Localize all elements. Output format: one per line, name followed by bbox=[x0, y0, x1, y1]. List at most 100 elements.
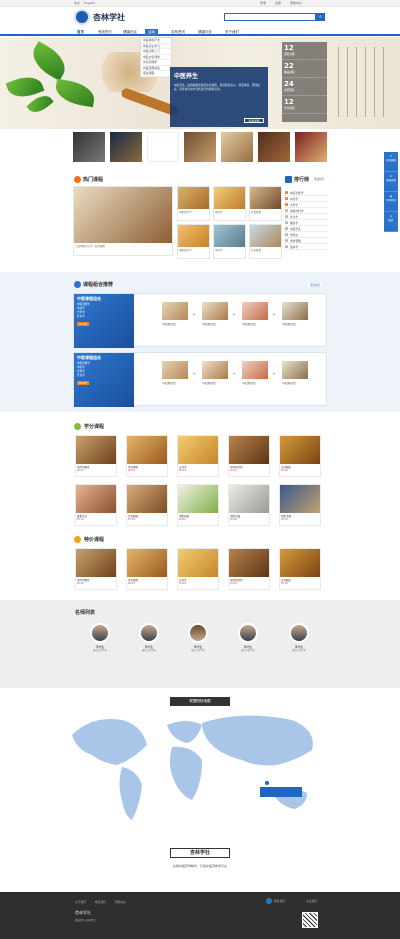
chat-icon: ✆ bbox=[389, 155, 393, 158]
course-card[interactable]: 中医书籍 ¥0.00 bbox=[279, 484, 321, 526]
course-card[interactable]: 中药材识别 ¥0.00 bbox=[228, 435, 270, 477]
thumbnail[interactable] bbox=[221, 132, 253, 162]
avatar bbox=[238, 623, 258, 643]
teacher-card[interactable]: 李华生 著名中医学家 bbox=[129, 623, 169, 652]
combo-price: ¥299 bbox=[77, 322, 89, 326]
thumbnail[interactable] bbox=[184, 132, 216, 162]
hero-description: 中医养生，是指根据中医的生命规律，采用颐养身心、增强体质、预防疾病、延年益寿的方… bbox=[174, 83, 260, 91]
combo-more-link[interactable]: 更多组合 bbox=[308, 283, 323, 287]
register-link[interactable]: 注册 bbox=[275, 1, 281, 5]
nav-activity[interactable]: 活动 bbox=[145, 29, 158, 36]
teacher-card[interactable]: 李华生 著名中医学家 bbox=[228, 623, 268, 652]
thumbnail[interactable] bbox=[258, 132, 290, 162]
course-card[interactable]: 推拿手法 ¥0.00 bbox=[75, 484, 117, 526]
rank-icon bbox=[285, 176, 292, 183]
course-card[interactable]: 本草纲目 ¥0.00 bbox=[126, 548, 168, 590]
course-card[interactable]: 中药学概论 ¥0.00 bbox=[75, 435, 117, 477]
search-icon: ⌕ bbox=[319, 14, 322, 20]
search-button[interactable]: ⌕ bbox=[316, 13, 325, 21]
combo-title: 课程组合推荐 bbox=[83, 282, 114, 288]
crown-icon bbox=[74, 281, 81, 288]
thumbnail[interactable] bbox=[295, 132, 327, 162]
credit-icon bbox=[74, 423, 81, 430]
course-card[interactable]: 本草纲目 ¥0.00 bbox=[126, 435, 168, 477]
service-link[interactable]: 联系我们 bbox=[274, 899, 285, 903]
service-icon bbox=[266, 898, 272, 904]
nav-community[interactable]: 健康社区 bbox=[120, 29, 140, 36]
hot-title: 热门课程 bbox=[83, 177, 104, 183]
lang-cn-link[interactable]: 中文 bbox=[74, 1, 80, 5]
nav-consult[interactable]: 健康问诊 bbox=[195, 29, 215, 36]
teacher-card[interactable]: 李华生 著名中医学家 bbox=[80, 623, 120, 652]
dropdown-item[interactable]: 更多课程 bbox=[141, 71, 171, 77]
map-slogan: 弘扬中医药学精华，打造中医药教学平台 bbox=[172, 864, 227, 868]
phone-icon: ☏ bbox=[389, 175, 393, 178]
brand-name[interactable]: 杏林学社 bbox=[93, 12, 125, 23]
combo-price: ¥299 bbox=[77, 381, 89, 385]
copyright: 版权所有 杏林学社 bbox=[75, 919, 96, 922]
thumbnail[interactable] bbox=[147, 132, 179, 162]
stat-item: 12 合作院校 bbox=[282, 96, 327, 114]
avatar bbox=[289, 623, 309, 643]
qq-icon: ◉ bbox=[389, 195, 393, 198]
teacher-card[interactable]: 李华生 著名中医学家 bbox=[178, 623, 218, 652]
sidebar-item-phone[interactable]: ☏ 电话咨询 bbox=[384, 172, 398, 192]
search-input[interactable] bbox=[224, 13, 316, 21]
avatar bbox=[188, 623, 208, 643]
course-card[interactable]: 中医药膳 ¥0.00 bbox=[177, 484, 219, 526]
teacher-card[interactable]: 李华生 著名中医学家 bbox=[279, 623, 319, 652]
header bbox=[0, 7, 400, 29]
lang-en-link[interactable]: English bbox=[84, 1, 95, 5]
qr-code bbox=[302, 912, 318, 928]
sidebar-item-qq[interactable]: ◉ QQ咨询 bbox=[384, 192, 398, 212]
world-map[interactable] bbox=[62, 705, 332, 835]
special-title: 特价课程 bbox=[84, 537, 105, 543]
nav-news[interactable]: 杏林资讯 bbox=[168, 29, 188, 36]
qr-label: 关注我们 bbox=[306, 899, 318, 903]
credit-title: 学分课程 bbox=[84, 424, 105, 430]
thumbnail[interactable] bbox=[73, 132, 105, 162]
logo-icon[interactable] bbox=[74, 9, 90, 25]
combo-card[interactable]: 中医课程组合 中医诊断学 中药学 方剂学 针灸学 ¥299 中医课程组合 + 中医课程… bbox=[73, 293, 327, 348]
floating-sidebar: ✆ 在线客服 ☏ 电话咨询 ◉ QQ咨询 ✉ 微信 bbox=[384, 152, 398, 232]
thumbnail[interactable] bbox=[110, 132, 142, 162]
hero-more-button[interactable]: 查看详情 bbox=[244, 118, 264, 123]
stat-item: 24 名师团队 bbox=[282, 78, 327, 96]
course-card[interactable]: 方剂配伍 ¥0.00 bbox=[279, 548, 321, 590]
course-card[interactable]: 方剂配伍 ¥0.00 bbox=[279, 435, 321, 477]
course-card[interactable]: 中药学 bbox=[213, 224, 246, 259]
help-link[interactable]: 帮助中心 bbox=[290, 1, 302, 5]
course-card[interactable]: 中医养生学 bbox=[177, 224, 210, 259]
rank-more-link[interactable]: 更多排行 bbox=[314, 177, 324, 181]
nav-dropdown: 中医特色疗法 中医养生学习 中医诊断入门 中医文化课堂 中药药理学 中医经典讲读… bbox=[140, 37, 172, 77]
footer-link[interactable]: 关于我们 bbox=[75, 900, 86, 904]
sidebar-item-chat[interactable]: ✆ 在线客服 bbox=[384, 152, 398, 172]
course-card[interactable]: 中药学概论 ¥0.00 bbox=[75, 548, 117, 590]
avatar bbox=[139, 623, 159, 643]
nav-prescriptions[interactable]: 有效药方 bbox=[95, 29, 115, 36]
course-card[interactable]: 方剂学 ¥0.00 bbox=[177, 548, 219, 590]
course-card[interactable]: 针灸基础 ¥0.00 bbox=[126, 484, 168, 526]
hero-stats: 12 课程专题 22 精品课程 24 名师团队 12 合作院校 bbox=[282, 42, 327, 122]
course-card[interactable]: 方剂学 ¥0.00 bbox=[177, 435, 219, 477]
nav-about[interactable]: 关于我们 bbox=[222, 29, 242, 36]
course-card[interactable]: 中药材识别 ¥0.00 bbox=[228, 548, 270, 590]
rank-list: 1 中医诊断学 2 中药学 3 方剂学 4 中医内科学 5 针灸学 6 推拿学 7 中医养生 … bbox=[285, 190, 327, 260]
footer-link[interactable]: 联系我们 bbox=[95, 900, 106, 904]
fire-icon bbox=[74, 176, 81, 183]
footer-link[interactable]: 帮助中心 bbox=[115, 900, 126, 904]
nav-home[interactable]: 首页 bbox=[74, 29, 87, 36]
course-card[interactable]: 针灸推拿 bbox=[249, 224, 282, 259]
combo-card[interactable]: 中医课程组合 中医诊断学 中药学 方剂学 针灸学 ¥299 中医课程组合 + 中医课程… bbox=[73, 352, 327, 407]
featured-course-card[interactable]: 上海中医药大学 · 前青课程 bbox=[73, 186, 173, 256]
login-link[interactable]: 登录 bbox=[260, 1, 266, 5]
course-card[interactable]: 中医养生学 bbox=[177, 186, 210, 221]
course-card[interactable]: 针灸推拿 bbox=[249, 186, 282, 221]
main-nav: 首页 有效药方 健康社区 活动 杏林资讯 健康问诊 关于我们 bbox=[0, 29, 400, 36]
sidebar-item-wechat[interactable]: ✉ 微信 bbox=[384, 212, 398, 232]
course-card[interactable]: 中药学 bbox=[213, 186, 246, 221]
rank-item[interactable]: 10 温病学 bbox=[285, 244, 327, 250]
course-card[interactable]: 中医古籍 ¥0.00 bbox=[228, 484, 270, 526]
footer-brand: 杏林学社 bbox=[75, 910, 91, 915]
rank-title: 排行榜 bbox=[294, 177, 310, 183]
